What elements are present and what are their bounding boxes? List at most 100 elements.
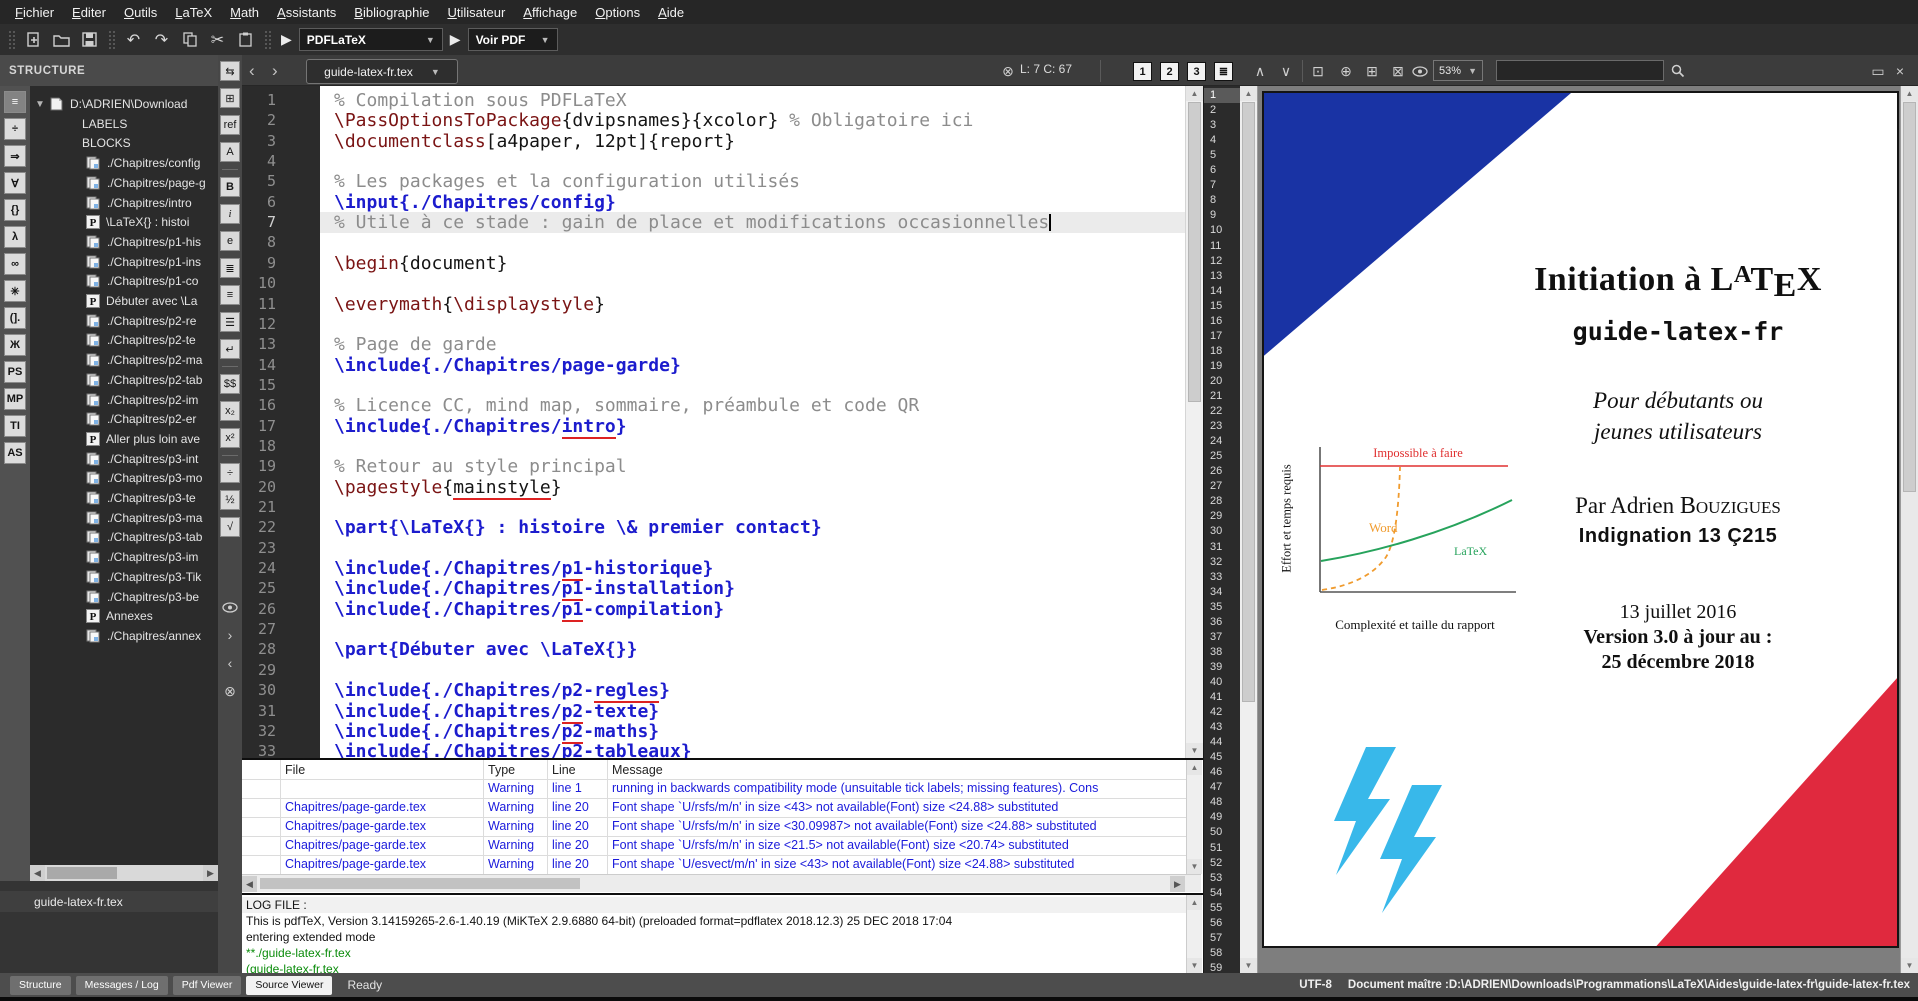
pdf-zoom-original-button[interactable]: ⊕ — [1336, 61, 1356, 81]
log-prev-button[interactable]: ‹ — [220, 653, 240, 673]
messages-cell[interactable]: line 20 — [552, 819, 604, 833]
description-icon[interactable]: ☰ — [220, 312, 240, 332]
tree-item[interactable]: ▼D:\ADRIEN\Download — [30, 94, 218, 114]
view-command-select[interactable]: Voir PDF ▼ — [468, 28, 558, 51]
tree-item[interactable]: ./Chapitres/p1-ins — [30, 252, 218, 272]
open-file-button[interactable] — [49, 28, 74, 52]
redo-button[interactable]: ↷ — [149, 28, 174, 52]
scrollbar-thumb[interactable] — [1903, 102, 1916, 492]
structure-hscrollbar[interactable]: ◀ ▶ — [30, 865, 218, 881]
menu-item-utilisateur[interactable]: Utilisateur — [438, 1, 514, 24]
scroll-up-icon[interactable]: ▲ — [1240, 86, 1257, 101]
status-tab-structure[interactable]: Structure — [10, 976, 71, 995]
menu-item-editer[interactable]: Editer — [63, 1, 115, 24]
log-eye-button[interactable] — [220, 597, 240, 617]
pstricks-tab[interactable]: PS — [4, 361, 26, 383]
pdf-layout-1-button[interactable]: 1 — [1133, 62, 1152, 81]
menu-item-aide[interactable]: Aide — [649, 1, 693, 24]
strip-line-2[interactable]: 2 — [1204, 103, 1240, 118]
strip-line-32[interactable]: 32 — [1204, 555, 1240, 570]
strip-line-51[interactable]: 51 — [1204, 841, 1240, 856]
strip-line-3[interactable]: 3 — [1204, 118, 1240, 133]
strip-line-52[interactable]: 52 — [1204, 856, 1240, 871]
messages-cell[interactable]: line 20 — [552, 857, 604, 871]
strip-line-38[interactable]: 38 — [1204, 645, 1240, 660]
tree-item[interactable]: PDébuter avec \La — [30, 291, 218, 311]
messages-vscrollbar[interactable]: ▲▼ — [1186, 760, 1202, 874]
messages-cell[interactable]: Warning — [488, 781, 544, 795]
pdf-right-scrollbar[interactable]: ▲ ▼ — [1900, 86, 1918, 973]
status-tab-pdf-viewer[interactable]: Pdf Viewer — [173, 976, 242, 995]
metapost-tab[interactable]: MP — [4, 388, 26, 410]
strip-line-54[interactable]: 54 — [1204, 886, 1240, 901]
editor-vscrollbar[interactable]: ▲▼ — [1185, 86, 1203, 758]
strip-line-11[interactable]: 11 — [1204, 239, 1240, 254]
compile-run-button[interactable]: ▶ — [277, 31, 296, 48]
cyrillic-tab[interactable]: Ж — [4, 334, 26, 356]
messages-cell[interactable]: Warning — [488, 857, 544, 871]
menu-item-assistants[interactable]: Assistants — [268, 1, 345, 24]
delimiters-tab[interactable]: {} — [4, 199, 26, 221]
scroll-up-icon[interactable]: ▲ — [1187, 760, 1202, 775]
tree-item[interactable]: ./Chapitres/p3-im — [30, 547, 218, 567]
pdf-left-scrollbar[interactable]: ▲ ▼ — [1240, 86, 1258, 973]
pdf-zoom-select[interactable]: 53% ▼ — [1433, 60, 1483, 81]
strip-line-5[interactable]: 5 — [1204, 148, 1240, 163]
scroll-down-icon[interactable]: ▼ — [1240, 958, 1257, 973]
strip-line-42[interactable]: 42 — [1204, 705, 1240, 720]
tree-item[interactable]: PAller plus loin ave — [30, 429, 218, 449]
scrollbar-thumb[interactable] — [1242, 102, 1255, 702]
tree-item[interactable]: ./Chapitres/p3-mo — [30, 468, 218, 488]
strip-line-47[interactable]: 47 — [1204, 780, 1240, 795]
strip-line-13[interactable]: 13 — [1204, 269, 1240, 284]
strip-line-40[interactable]: 40 — [1204, 675, 1240, 690]
arrows-tab[interactable]: ⇒ — [4, 145, 26, 167]
pdf-prev-page-button[interactable]: ∧ — [1250, 61, 1270, 81]
line-mark-strip[interactable]: 1234567891011121314151617181920212223242… — [1203, 86, 1240, 973]
newline-icon[interactable]: ↵ — [220, 339, 240, 359]
tree-item[interactable]: ./Chapitres/config — [30, 153, 218, 173]
messages-cell[interactable]: Warning — [488, 800, 544, 814]
strip-line-49[interactable]: 49 — [1204, 810, 1240, 825]
strip-line-28[interactable]: 28 — [1204, 494, 1240, 509]
strip-line-15[interactable]: 15 — [1204, 299, 1240, 314]
enumerate-icon[interactable]: ≡ — [220, 285, 240, 305]
tikz-tab[interactable]: TI — [4, 415, 26, 437]
strip-line-9[interactable]: 9 — [1204, 208, 1240, 223]
strip-line-12[interactable]: 12 — [1204, 254, 1240, 269]
strip-line-46[interactable]: 46 — [1204, 765, 1240, 780]
tree-item[interactable]: PAnnexes — [30, 606, 218, 626]
paste-button[interactable] — [233, 28, 258, 52]
messages-table[interactable]: FileTypeLineMessageWarningline 1running … — [242, 758, 1203, 893]
strip-line-56[interactable]: 56 — [1204, 916, 1240, 931]
pdf-search-button[interactable] — [1668, 61, 1688, 81]
compile-command-select[interactable]: PDFLaTeX ▼ — [299, 28, 443, 51]
sqrt-icon[interactable]: √ — [220, 517, 240, 537]
messages-cell[interactable]: running in backwards compatibility mode … — [612, 781, 1183, 795]
strip-line-41[interactable]: 41 — [1204, 690, 1240, 705]
tree-item[interactable]: ./Chapitres/page-g — [30, 173, 218, 193]
strip-line-55[interactable]: 55 — [1204, 901, 1240, 916]
messages-cell[interactable]: line 20 — [552, 838, 604, 852]
strip-line-14[interactable]: 14 — [1204, 284, 1240, 299]
subscript-icon[interactable]: x₂ — [220, 401, 240, 421]
emphasis-icon[interactable]: e — [220, 231, 240, 251]
strip-line-45[interactable]: 45 — [1204, 750, 1240, 765]
divide-icon[interactable]: ÷ — [220, 463, 240, 483]
itemize-icon[interactable]: ≣ — [220, 258, 240, 278]
misc-symbols-tab[interactable]: ✳ — [4, 280, 26, 302]
tree-item[interactable]: ./Chapitres/p3-te — [30, 488, 218, 508]
strip-line-57[interactable]: 57 — [1204, 931, 1240, 946]
strip-line-22[interactable]: 22 — [1204, 404, 1240, 419]
pdf-search-input[interactable] — [1496, 60, 1664, 81]
status-tab-source-viewer[interactable]: Source Viewer — [246, 976, 332, 995]
tree-item[interactable]: ./Chapitres/intro — [30, 193, 218, 213]
messages-cell[interactable]: Chapitres/page-garde.tex — [285, 857, 480, 871]
strip-line-20[interactable]: 20 — [1204, 374, 1240, 389]
menu-item-options[interactable]: Options — [586, 1, 649, 24]
pdf-next-page-button[interactable]: ∨ — [1276, 61, 1296, 81]
strip-line-39[interactable]: 39 — [1204, 660, 1240, 675]
log-next-button[interactable]: › — [220, 625, 240, 645]
strip-line-21[interactable]: 21 — [1204, 389, 1240, 404]
strip-line-59[interactable]: 59 — [1204, 961, 1240, 973]
